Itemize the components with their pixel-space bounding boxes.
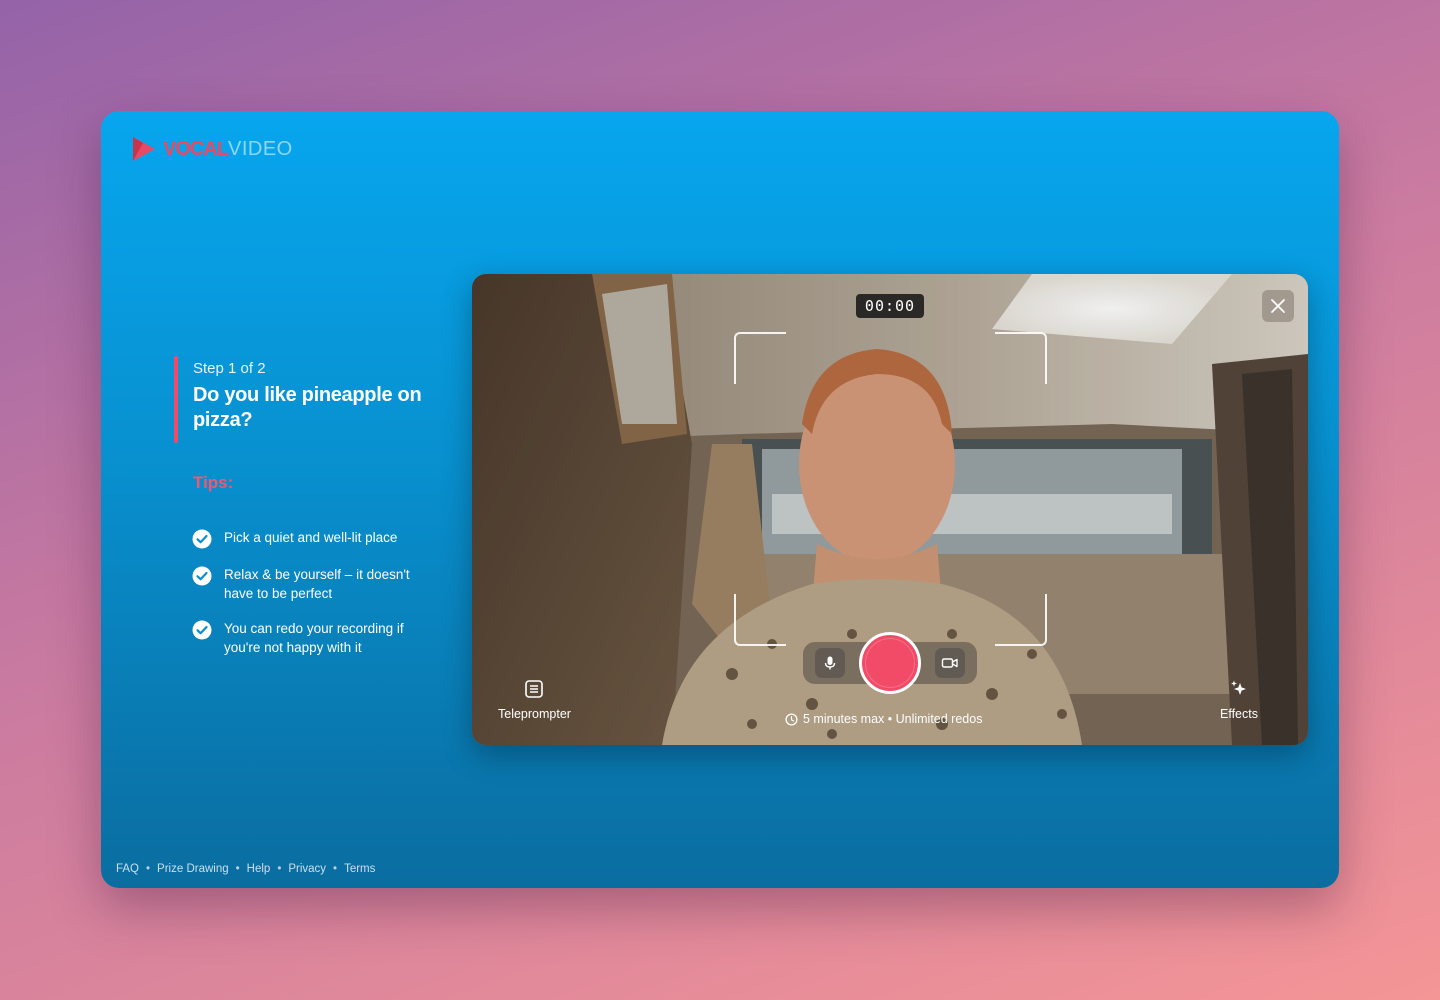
question-block: Step 1 of 2 Do you like pineapple on piz… [174, 356, 434, 443]
recording-limit-info: 5 minutes max • Unlimited redos [785, 712, 982, 726]
microphone-icon [824, 656, 836, 670]
frame-corner [995, 332, 1047, 384]
frame-corner [734, 332, 786, 384]
recording-timer: 00:00 [856, 294, 924, 318]
footer-separator: • [235, 863, 240, 875]
footer-link-faq[interactable]: FAQ [116, 863, 139, 875]
question-title: Do you like pineapple on pizza? [193, 384, 422, 431]
logo-text-vocal: VOCAL [163, 137, 229, 160]
teleprompter-icon [525, 680, 544, 698]
tip-item: Pick a quiet and well-lit place [192, 528, 442, 549]
vocal-video-logo[interactable]: VOCAL VIDEO [131, 135, 293, 163]
tip-text: Pick a quiet and well-lit place [224, 530, 398, 545]
tip-item: Relax & be yourself – it doesn't have to… [192, 565, 442, 603]
footer-separator: • [333, 863, 338, 875]
footer-link-privacy[interactable]: Privacy [288, 863, 326, 875]
step-indicator: Step 1 of 2 [193, 360, 266, 377]
footer-link-help[interactable]: Help [247, 863, 271, 875]
recorder-page: VOCAL VIDEO Step 1 of 2 Do you like pine… [101, 111, 1339, 888]
tips-list: Pick a quiet and well-lit place Relax & … [192, 528, 442, 673]
recording-controls [803, 632, 977, 694]
tip-text: Relax & be yourself – it doesn't have to… [224, 567, 410, 601]
teleprompter-label: Teleprompter [498, 707, 571, 721]
footer-link-terms[interactable]: Terms [344, 863, 375, 875]
footer-separator: • [277, 863, 282, 875]
play-triangle-icon [133, 137, 155, 161]
tip-text: You can redo your recording if you're no… [224, 621, 404, 655]
footer-separator: • [146, 863, 151, 875]
recording-limit-text: 5 minutes max • Unlimited redos [803, 712, 983, 726]
logo-text-video: VIDEO [228, 137, 293, 160]
sparkles-icon [1230, 680, 1246, 695]
check-circle-icon [192, 620, 212, 640]
close-button[interactable] [1262, 290, 1294, 322]
record-button[interactable] [859, 632, 921, 694]
accent-bar [174, 356, 178, 443]
frame-corner [734, 594, 786, 646]
face-frame-guide [734, 332, 1047, 646]
teleprompter-button[interactable]: Teleprompter [498, 679, 571, 721]
tip-item: You can redo your recording if you're no… [192, 619, 442, 657]
close-icon [1271, 299, 1285, 313]
tips-heading: Tips: [193, 473, 234, 492]
footer-link-prize-drawing[interactable]: Prize Drawing [157, 863, 229, 875]
check-circle-icon [192, 566, 212, 586]
footer-links: FAQ • Prize Drawing • Help • Privacy • T… [116, 863, 375, 875]
effects-label: Effects [1220, 707, 1258, 721]
video-camera-icon [941, 658, 958, 668]
camera-toggle-button[interactable] [935, 648, 965, 678]
clock-icon [785, 712, 798, 726]
camera-preview: 00:00 Teleprompter Effects 5 minutes max… [472, 274, 1308, 745]
effects-button[interactable]: Effects [1220, 679, 1258, 721]
frame-corner [995, 594, 1047, 646]
check-circle-icon [192, 529, 212, 549]
microphone-button[interactable] [815, 648, 845, 678]
